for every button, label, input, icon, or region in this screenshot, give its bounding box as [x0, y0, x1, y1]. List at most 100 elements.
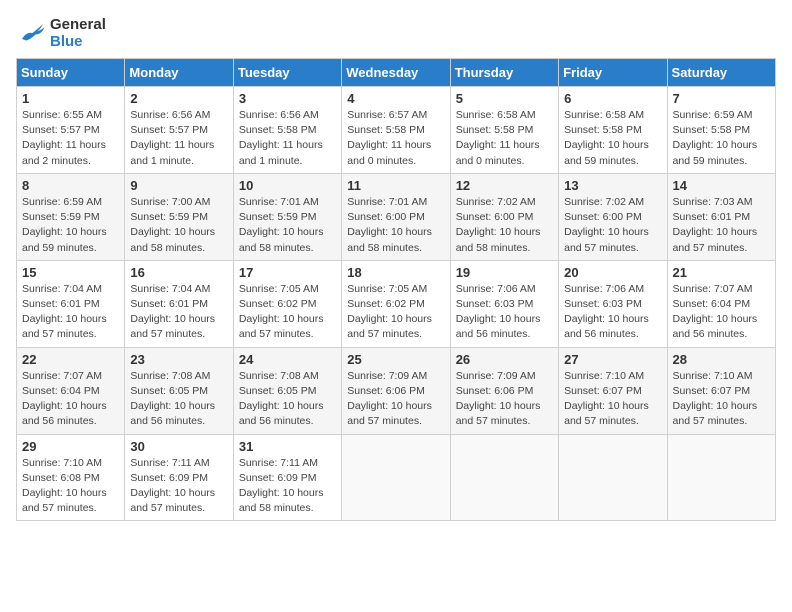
day-number: 12 [456, 178, 553, 193]
day-number: 24 [239, 352, 336, 367]
day-info: Sunrise: 7:05 AMSunset: 6:02 PMDaylight:… [347, 282, 444, 343]
calendar-cell: 31 Sunrise: 7:11 AMSunset: 6:09 PMDayligh… [233, 434, 341, 521]
calendar-cell: 28Sunrise: 7:10 AMSunset: 6:07 PMDayligh… [667, 347, 775, 434]
day-number: 17 [239, 265, 336, 280]
day-info: Sunrise: 6:55 AMSunset: 5:57 PMDaylight:… [22, 108, 119, 169]
day-info: Sunrise: 7:03 AMSunset: 6:01 PMDaylight:… [673, 195, 770, 256]
calendar-cell: 7 Sunrise: 6:59 AMSunset: 5:58 PMDaylight… [667, 87, 775, 174]
calendar-cell: 22 Sunrise: 7:07 AMSunset: 6:04 PMDayligh… [17, 347, 125, 434]
calendar-week-row: 15 Sunrise: 7:04 AMSunset: 6:01 PMDayligh… [17, 260, 776, 347]
logo: General Blue [16, 16, 106, 50]
day-number: 9 [130, 178, 227, 193]
calendar-cell [559, 434, 667, 521]
calendar-cell: 13 Sunrise: 7:02 AMSunset: 6:00 PMDayligh… [559, 173, 667, 260]
day-number: 21 [673, 265, 770, 280]
day-info: Sunrise: 6:59 AMSunset: 5:58 PMDaylight:… [673, 108, 770, 169]
day-info: Sunrise: 6:56 AMSunset: 5:58 PMDaylight:… [239, 108, 336, 169]
day-number: 10 [239, 178, 336, 193]
day-number: 11 [347, 178, 444, 193]
calendar-cell: 16 Sunrise: 7:04 AMSunset: 6:01 PMDayligh… [125, 260, 233, 347]
day-info: Sunrise: 7:08 AMSunset: 6:05 PMDaylight:… [239, 369, 336, 430]
day-info: Sunrise: 7:10 AMSunset: 6:08 PMDaylight:… [22, 456, 119, 517]
day-number: 6 [564, 91, 661, 106]
day-number: 15 [22, 265, 119, 280]
day-number: 2 [130, 91, 227, 106]
day-info: Sunrise: 7:04 AMSunset: 6:01 PMDaylight:… [130, 282, 227, 343]
day-number: 20 [564, 265, 661, 280]
calendar-week-row: 8Sunrise: 6:59 AMSunset: 5:59 PMDaylight… [17, 173, 776, 260]
day-info: Sunrise: 7:04 AMSunset: 6:01 PMDaylight:… [22, 282, 119, 343]
day-info: Sunrise: 7:01 AMSunset: 5:59 PMDaylight:… [239, 195, 336, 256]
calendar-cell: 29 Sunrise: 7:10 AMSunset: 6:08 PMDayligh… [17, 434, 125, 521]
calendar-week-row: 1 Sunrise: 6:55 AMSunset: 5:57 PMDaylight… [17, 87, 776, 174]
day-number: 19 [456, 265, 553, 280]
calendar-cell: 11 Sunrise: 7:01 AMSunset: 6:00 PMDayligh… [342, 173, 450, 260]
day-info: Sunrise: 7:06 AMSunset: 6:03 PMDaylight:… [456, 282, 553, 343]
day-info: Sunrise: 7:06 AMSunset: 6:03 PMDaylight:… [564, 282, 661, 343]
day-number: 25 [347, 352, 444, 367]
weekday-header-tuesday: Tuesday [233, 59, 341, 87]
day-number: 27 [564, 352, 661, 367]
day-info: Sunrise: 7:07 AMSunset: 6:04 PMDaylight:… [22, 369, 119, 430]
day-info: Sunrise: 6:57 AMSunset: 5:58 PMDaylight:… [347, 108, 444, 169]
calendar-cell: 15 Sunrise: 7:04 AMSunset: 6:01 PMDayligh… [17, 260, 125, 347]
day-info: Sunrise: 6:58 AMSunset: 5:58 PMDaylight:… [564, 108, 661, 169]
day-number: 26 [456, 352, 553, 367]
calendar-cell: 21 Sunrise: 7:07 AMSunset: 6:04 PMDayligh… [667, 260, 775, 347]
day-info: Sunrise: 7:02 AMSunset: 6:00 PMDaylight:… [564, 195, 661, 256]
calendar-cell: 14 Sunrise: 7:03 AMSunset: 6:01 PMDayligh… [667, 173, 775, 260]
day-info: Sunrise: 7:02 AMSunset: 6:00 PMDaylight:… [456, 195, 553, 256]
day-info: Sunrise: 7:11 AMSunset: 6:09 PMDaylight:… [239, 456, 336, 517]
calendar-cell [342, 434, 450, 521]
day-number: 13 [564, 178, 661, 193]
day-info: Sunrise: 7:08 AMSunset: 6:05 PMDaylight:… [130, 369, 227, 430]
day-number: 1 [22, 91, 119, 106]
calendar-cell: 9 Sunrise: 7:00 AMSunset: 5:59 PMDaylight… [125, 173, 233, 260]
calendar-cell [450, 434, 558, 521]
calendar-cell: 5Sunrise: 6:58 AMSunset: 5:58 PMDaylight… [450, 87, 558, 174]
day-info: Sunrise: 7:05 AMSunset: 6:02 PMDaylight:… [239, 282, 336, 343]
day-number: 8 [22, 178, 119, 193]
logo-text-line2: Blue [50, 33, 106, 50]
day-info: Sunrise: 7:00 AMSunset: 5:59 PMDaylight:… [130, 195, 227, 256]
calendar-week-row: 29 Sunrise: 7:10 AMSunset: 6:08 PMDayligh… [17, 434, 776, 521]
calendar-cell: 30 Sunrise: 7:11 AMSunset: 6:09 PMDayligh… [125, 434, 233, 521]
calendar-cell: 26 Sunrise: 7:09 AMSunset: 6:06 PMDayligh… [450, 347, 558, 434]
day-number: 16 [130, 265, 227, 280]
calendar-cell: 2 Sunrise: 6:56 AMSunset: 5:57 PMDaylight… [125, 87, 233, 174]
day-info: Sunrise: 7:07 AMSunset: 6:04 PMDaylight:… [673, 282, 770, 343]
calendar-cell: 3Sunrise: 6:56 AMSunset: 5:58 PMDaylight… [233, 87, 341, 174]
calendar-cell: 18 Sunrise: 7:05 AMSunset: 6:02 PMDayligh… [342, 260, 450, 347]
day-number: 18 [347, 265, 444, 280]
day-number: 4 [347, 91, 444, 106]
day-info: Sunrise: 7:10 AMSunset: 6:07 PMDaylight:… [673, 369, 770, 430]
weekday-header-monday: Monday [125, 59, 233, 87]
calendar-cell [667, 434, 775, 521]
calendar-cell: 1 Sunrise: 6:55 AMSunset: 5:57 PMDaylight… [17, 87, 125, 174]
day-number: 7 [673, 91, 770, 106]
day-info: Sunrise: 6:58 AMSunset: 5:58 PMDaylight:… [456, 108, 553, 169]
calendar-cell: 4 Sunrise: 6:57 AMSunset: 5:58 PMDaylight… [342, 87, 450, 174]
weekday-header-wednesday: Wednesday [342, 59, 450, 87]
weekday-header-thursday: Thursday [450, 59, 558, 87]
calendar-cell: 17 Sunrise: 7:05 AMSunset: 6:02 PMDayligh… [233, 260, 341, 347]
day-info: Sunrise: 7:11 AMSunset: 6:09 PMDaylight:… [130, 456, 227, 517]
day-number: 31 [239, 439, 336, 454]
calendar-header-row: SundayMondayTuesdayWednesdayThursdayFrid… [17, 59, 776, 87]
calendar-cell: 27Sunrise: 7:10 AMSunset: 6:07 PMDayligh… [559, 347, 667, 434]
day-number: 14 [673, 178, 770, 193]
calendar-cell: 8Sunrise: 6:59 AMSunset: 5:59 PMDaylight… [17, 173, 125, 260]
day-number: 23 [130, 352, 227, 367]
day-info: Sunrise: 6:56 AMSunset: 5:57 PMDaylight:… [130, 108, 227, 169]
day-info: Sunrise: 7:09 AMSunset: 6:06 PMDaylight:… [347, 369, 444, 430]
calendar-cell: 23 Sunrise: 7:08 AMSunset: 6:05 PMDayligh… [125, 347, 233, 434]
day-number: 22 [22, 352, 119, 367]
day-info: Sunrise: 7:09 AMSunset: 6:06 PMDaylight:… [456, 369, 553, 430]
calendar-cell: 12 Sunrise: 7:02 AMSunset: 6:00 PMDayligh… [450, 173, 558, 260]
day-number: 29 [22, 439, 119, 454]
calendar-week-row: 22 Sunrise: 7:07 AMSunset: 6:04 PMDayligh… [17, 347, 776, 434]
day-number: 30 [130, 439, 227, 454]
logo-text-line1: General [50, 16, 106, 33]
calendar-cell: 19 Sunrise: 7:06 AMSunset: 6:03 PMDayligh… [450, 260, 558, 347]
day-info: Sunrise: 7:01 AMSunset: 6:00 PMDaylight:… [347, 195, 444, 256]
